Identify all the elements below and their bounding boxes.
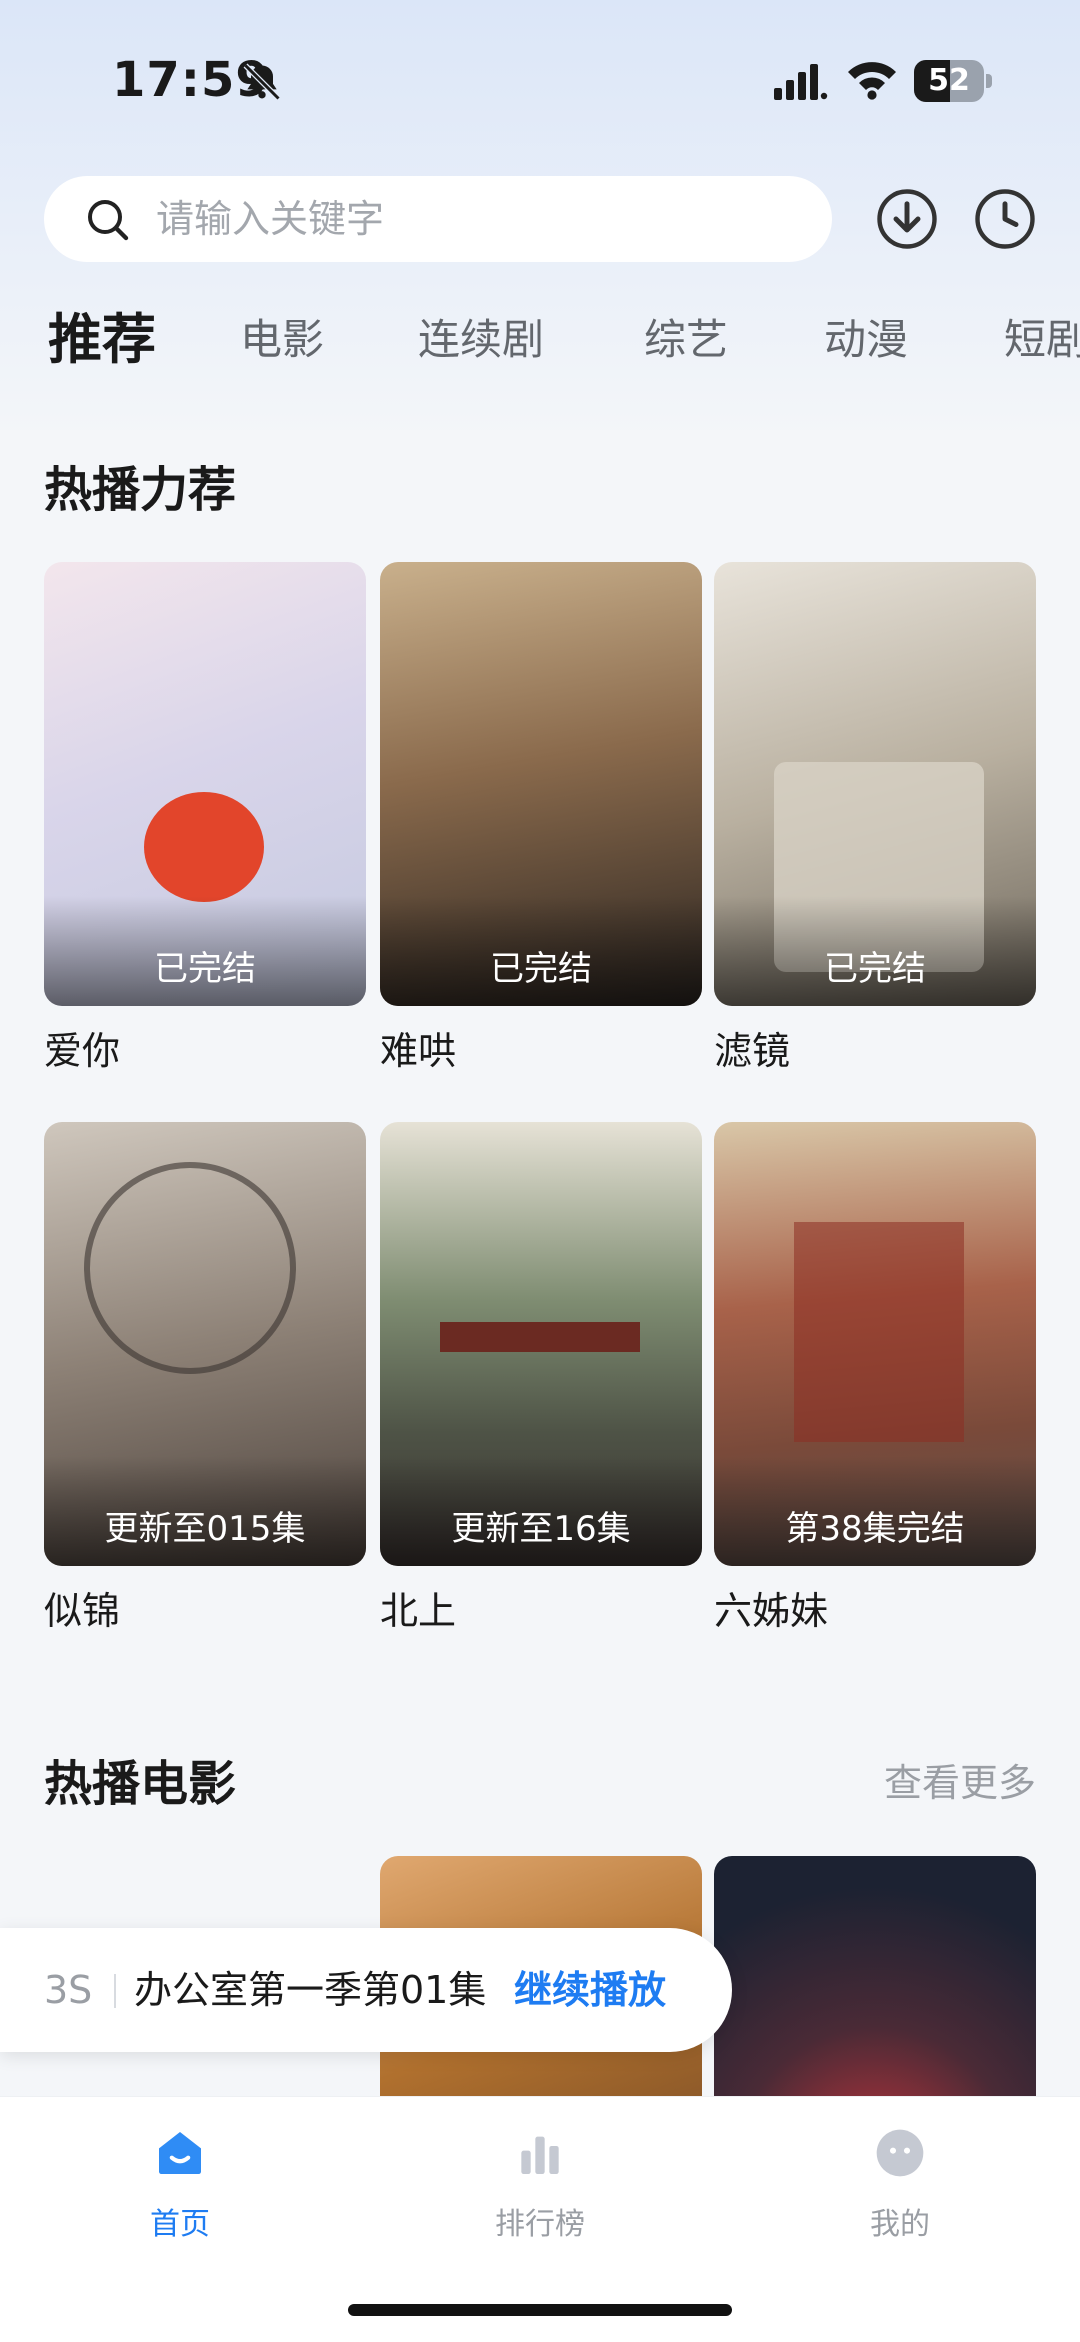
- status-badge: 第38集完结: [785, 1509, 965, 1549]
- download-icon[interactable]: [874, 186, 940, 252]
- search-icon: [88, 200, 129, 241]
- show-card[interactable]: 第38集完结 六姊妹: [714, 1122, 1036, 1636]
- poster-image: 已完结: [714, 562, 1036, 1006]
- show-card[interactable]: 更新至16集 北上: [380, 1122, 702, 1636]
- tab-variety[interactable]: 综艺: [644, 300, 728, 380]
- nav-profile[interactable]: 我的: [800, 2115, 1000, 2255]
- show-title: 北上: [380, 1589, 457, 1633]
- show-card[interactable]: 已完结 难哄: [380, 562, 702, 1076]
- see-more-link[interactable]: 查看更多: [884, 1752, 1036, 1807]
- show-title: 难哄: [380, 1029, 457, 1073]
- search-placeholder: 请输入关键字: [156, 197, 385, 241]
- nav-label: 排行榜: [495, 2207, 585, 2242]
- status-badge: 已完结: [490, 949, 592, 989]
- tab-recommend[interactable]: 推荐: [48, 300, 156, 380]
- tab-series[interactable]: 连续剧: [418, 300, 544, 380]
- tab-shorts[interactable]: 短剧: [1004, 300, 1080, 380]
- muted-bell-icon: [243, 63, 281, 101]
- poster-image: 第38集完结: [714, 1122, 1036, 1566]
- wifi-icon: [848, 62, 896, 100]
- show-title: 滤镜: [714, 1029, 791, 1073]
- cellular-signal-icon: [774, 64, 828, 100]
- show-title: 六姊妹: [714, 1589, 829, 1633]
- show-title: 似锦: [44, 1589, 121, 1633]
- poster-image: 更新至16集: [380, 1122, 702, 1566]
- status-badge: 已完结: [154, 949, 256, 989]
- home-indicator: [348, 2304, 732, 2316]
- continue-playing-bar[interactable]: 3S 办公室第一季第01集 继续播放: [0, 1928, 732, 2052]
- history-icon[interactable]: [972, 186, 1038, 252]
- status-badge: 更新至16集: [451, 1509, 631, 1549]
- show-card[interactable]: 已完结 爱你: [44, 562, 366, 1076]
- battery-percent: 52: [928, 63, 970, 98]
- search-box[interactable]: 请输入关键字: [44, 176, 832, 262]
- nav-ranking[interactable]: 排行榜: [440, 2115, 640, 2255]
- ranking-icon: [521, 2136, 559, 2174]
- poster-image: 已完结: [44, 562, 366, 1006]
- status-badge: 已完结: [824, 949, 926, 989]
- nav-label: 首页: [150, 2207, 210, 2242]
- poster-image: 已完结: [380, 562, 702, 1006]
- battery-indicator: 52: [914, 60, 992, 102]
- home-icon: [159, 2132, 201, 2174]
- section-title-hot: 热播力荐: [44, 462, 237, 518]
- status-badge: 更新至015集: [104, 1509, 306, 1549]
- nav-label: 我的: [870, 2207, 930, 2242]
- tab-movies[interactable]: 电影: [240, 300, 324, 380]
- countdown-text: 3S: [44, 1968, 93, 2012]
- show-card[interactable]: 已完结 滤镜: [714, 562, 1036, 1076]
- section-title-movies: 热播电影: [44, 1756, 237, 1812]
- profile-icon: [876, 2129, 924, 2177]
- category-tabs: 推荐 电影 连续剧 综艺 动漫 短剧: [0, 300, 1080, 380]
- tab-anime[interactable]: 动漫: [824, 300, 908, 380]
- continue-play-button[interactable]: 继续播放: [514, 1928, 666, 2052]
- nav-home[interactable]: 首页: [80, 2115, 280, 2255]
- poster-image: 更新至015集: [44, 1122, 366, 1566]
- divider: [114, 1974, 116, 2008]
- episode-title: 办公室第一季第01集: [134, 1968, 487, 2012]
- show-title: 爱你: [44, 1029, 121, 1073]
- show-card[interactable]: 更新至015集 似锦: [44, 1122, 366, 1636]
